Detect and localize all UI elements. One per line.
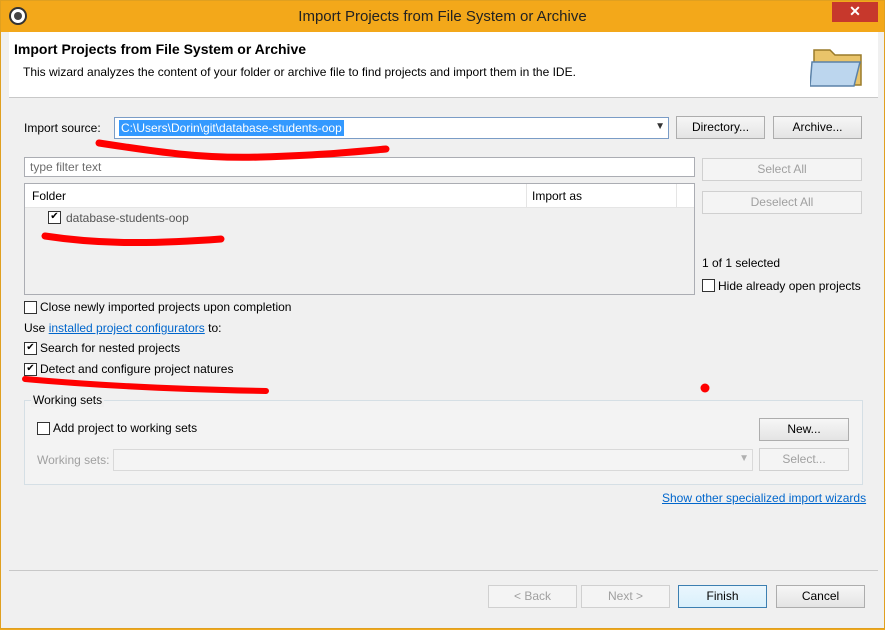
archive-button[interactable]: Archive...	[773, 116, 862, 139]
deselect-all-button[interactable]: Deselect All	[702, 191, 862, 214]
chevron-down-icon[interactable]: ▼	[655, 121, 665, 132]
hide-open-checkbox[interactable]	[702, 279, 715, 292]
select-working-sets-button[interactable]: Select...	[759, 448, 849, 471]
column-folder[interactable]: Folder	[32, 189, 66, 203]
open-folder-icon	[810, 49, 862, 87]
window-title: Import Projects from File System or Arch…	[298, 8, 587, 25]
nested-projects-label[interactable]: Search for nested projects	[40, 341, 180, 355]
finish-button[interactable]: Finish	[678, 585, 767, 608]
configurators-line: Use installed project configurators to:	[24, 321, 222, 335]
close-button[interactable]: ✕	[832, 2, 878, 22]
row-folder-name: database-students-oop	[66, 211, 189, 225]
working-sets-combo[interactable]: ▼	[113, 449, 753, 471]
table-row[interactable]: database-students-oop	[25, 208, 678, 228]
add-working-sets-label[interactable]: Add project to working sets	[53, 421, 197, 435]
column-import-as[interactable]: Import as	[532, 189, 582, 203]
hide-open-label[interactable]: Hide already open projects	[718, 279, 861, 293]
footer-divider	[9, 570, 878, 571]
cancel-button[interactable]: Cancel	[776, 585, 865, 608]
add-working-sets-checkbox[interactable]	[37, 422, 50, 435]
import-source-value: C:\Users\Dorin\git\database-students-oop	[119, 120, 344, 136]
back-button[interactable]: < Back	[488, 585, 577, 608]
nested-projects-checkbox[interactable]	[24, 342, 37, 355]
chevron-down-icon[interactable]: ▼	[739, 453, 749, 464]
working-sets-group	[24, 400, 863, 485]
selected-count: 1 of 1 selected	[702, 256, 781, 270]
projects-table: Folder Import as database-students-oop	[24, 183, 695, 295]
wizard-body: Import source: C:\Users\Dorin\git\databa…	[9, 98, 878, 570]
detect-natures-checkbox[interactable]	[24, 363, 37, 376]
detect-natures-label[interactable]: Detect and configure project natures	[40, 362, 233, 376]
working-sets-title: Working sets	[31, 393, 105, 407]
other-wizards-link[interactable]: Show other specialized import wizards	[662, 491, 866, 505]
wizard-description: This wizard analyzes the content of your…	[23, 65, 576, 79]
new-working-set-button[interactable]: New...	[759, 418, 849, 441]
select-all-button[interactable]: Select All	[702, 158, 862, 181]
title-bar[interactable]: Import Projects from File System or Arch…	[1, 1, 884, 32]
wizard-title: Import Projects from File System or Arch…	[14, 41, 307, 57]
close-imported-checkbox[interactable]	[24, 301, 37, 314]
configurators-link[interactable]: installed project configurators	[49, 321, 205, 335]
directory-button[interactable]: Directory...	[676, 116, 765, 139]
row-checkbox[interactable]	[48, 211, 61, 224]
next-button[interactable]: Next >	[581, 585, 670, 608]
wizard-header: Import Projects from File System or Arch…	[9, 32, 878, 98]
dialog-window: Import Projects from File System or Arch…	[0, 0, 885, 629]
close-imported-label[interactable]: Close newly imported projects upon compl…	[40, 300, 291, 314]
table-header: Folder Import as	[25, 184, 694, 208]
import-source-label: Import source:	[24, 121, 101, 135]
import-source-combo[interactable]: C:\Users\Dorin\git\database-students-oop…	[114, 117, 669, 139]
working-sets-label: Working sets:	[37, 453, 110, 467]
filter-input[interactable]: type filter text	[24, 157, 695, 177]
